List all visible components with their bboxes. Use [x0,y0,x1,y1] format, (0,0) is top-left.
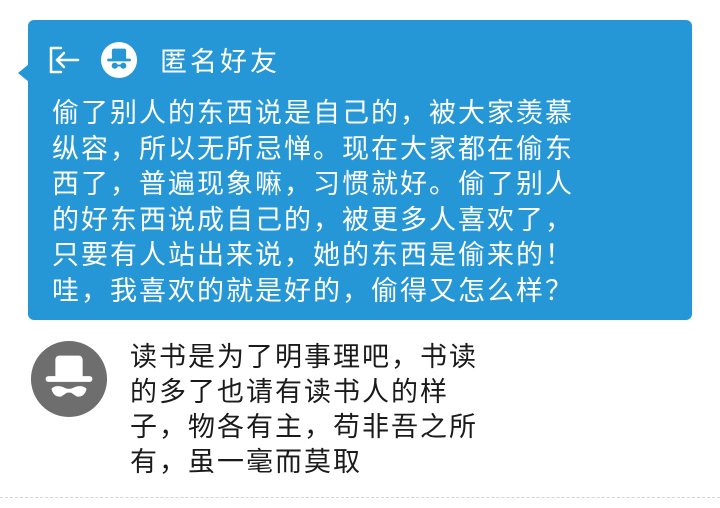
reply-text: 读书是为了明事理吧，书读 的多了也请有读书人的样 子，物各有主，苟非吾之所 有，… [130,342,478,478]
exit-arrow-icon[interactable] [48,45,80,75]
contact-name: 匿名好友 [160,47,280,78]
message-bubble: 匿名好友 偷了别人的东西说是自己的，被大家羡慕 纵容，所以无所忌惮。现在大家都在… [28,20,692,320]
reply-avatar-icon [30,340,108,418]
message-text: 偷了别人的东西说是自己的，被大家羡慕 纵容，所以无所忌惮。现在大家都在偷东 西了… [52,98,574,307]
bubble-header: 匿名好友 [48,40,280,79]
anonymous-avatar-icon[interactable] [100,41,138,79]
bottom-divider [0,497,720,498]
